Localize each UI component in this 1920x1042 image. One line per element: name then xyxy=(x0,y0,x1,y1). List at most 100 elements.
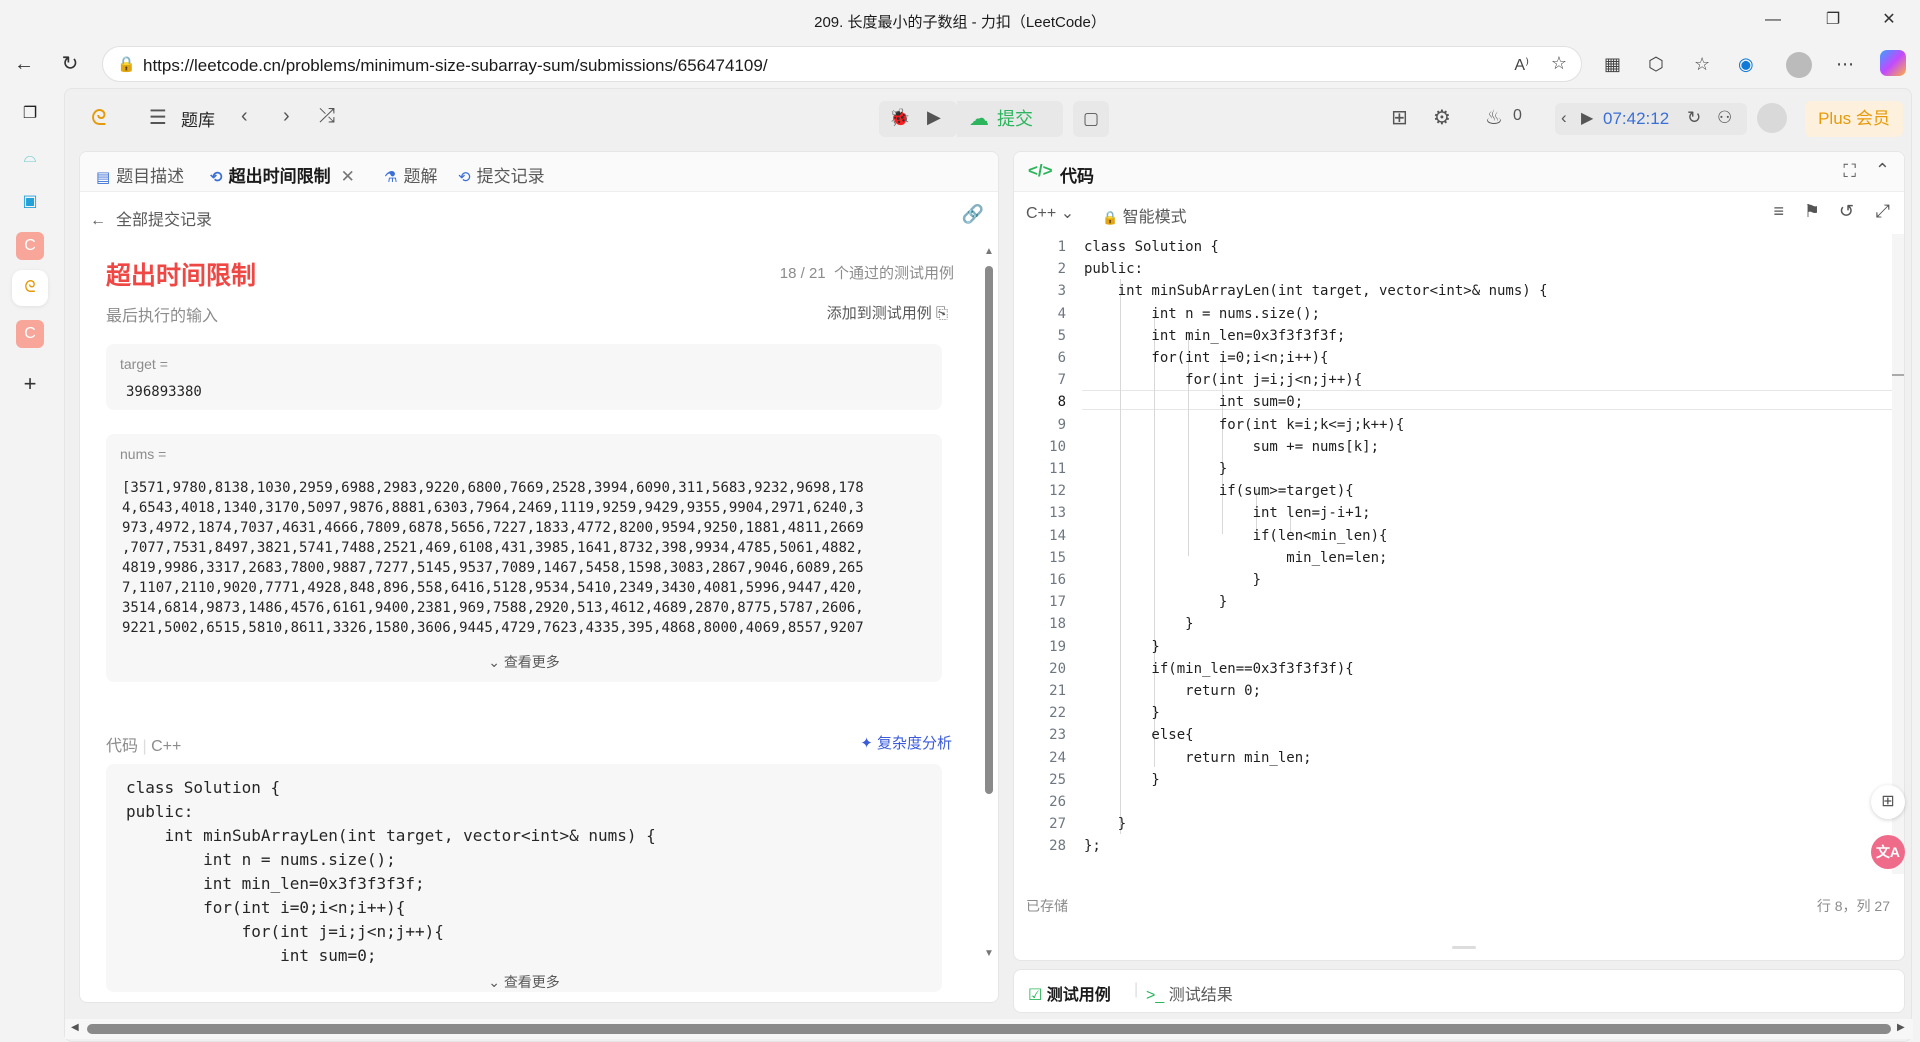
floating-grid-icon[interactable]: ⊞ xyxy=(1871,785,1905,819)
note-icon[interactable]: ▢ xyxy=(1073,101,1109,137)
editor-header: </> 代码 ⛶ ⌃ xyxy=(1014,152,1904,192)
favorite-star-icon[interactable]: ☆ xyxy=(1551,53,1567,74)
new-tab-plus-icon[interactable]: + xyxy=(16,370,44,398)
doc-icon: ▤ xyxy=(96,169,111,186)
hscroll-thumb[interactable] xyxy=(87,1024,1891,1034)
problem-list-link[interactable]: 题库 xyxy=(181,106,215,131)
bilibili-tab-icon[interactable]: ▣ xyxy=(16,188,44,216)
back-icon[interactable]: ← xyxy=(8,48,40,80)
editor-code-line: } xyxy=(1084,638,1160,655)
maximize-icon[interactable]: ⛶ xyxy=(1843,161,1856,182)
add-friend-icon[interactable]: ⚇ xyxy=(1717,108,1732,128)
resize-handle[interactable] xyxy=(1452,946,1476,949)
bookmark-icon[interactable]: ⚑ xyxy=(1804,201,1820,222)
line-number: 23 xyxy=(1049,727,1066,744)
close-tab-icon[interactable]: ✕ xyxy=(341,167,355,186)
streak-fire-icon[interactable]: ♨ xyxy=(1485,105,1503,130)
run-button[interactable]: ▶ xyxy=(927,107,941,128)
tab-solutions[interactable]: ⚗ 题解 xyxy=(384,162,437,187)
timer: ‹ ▶ 07:42:12 ↻ ⚇ xyxy=(1555,103,1747,135)
line-number: 18 xyxy=(1049,616,1066,633)
timer-collapse-icon[interactable]: ‹ xyxy=(1561,108,1567,128)
editor-title: 代码 xyxy=(1060,167,1094,186)
timer-play-icon[interactable]: ▶ xyxy=(1581,108,1593,128)
restore-icon[interactable]: ❐ xyxy=(1810,6,1856,34)
horizontal-scrollbar[interactable]: ◀ ▶ xyxy=(65,1019,1913,1039)
next-problem-icon[interactable]: › xyxy=(283,105,290,128)
smart-mode-toggle[interactable]: 🔒 智能模式 xyxy=(1102,203,1187,227)
line-number: 17 xyxy=(1049,594,1066,611)
share-link-icon[interactable]: 🔗 xyxy=(962,204,984,225)
code-line: int minSubArrayLen(int target, vector<in… xyxy=(126,826,656,845)
editor-code-line: if(len<min_len){ xyxy=(1084,527,1388,544)
line-number: 7 xyxy=(1057,372,1066,389)
minimize-icon[interactable]: — xyxy=(1750,6,1796,34)
window-title: 209. 长度最小的子数组 - 力扣（LeetCode） xyxy=(814,14,1106,31)
site-tab-icon[interactable]: ⌓ xyxy=(16,144,44,172)
code-brackets-icon: </> xyxy=(1028,161,1053,180)
browser-essentials-icon[interactable]: ◉ xyxy=(1738,54,1754,75)
passed-count: 18 / 21 个通过的测试用例 xyxy=(779,265,954,282)
reload-icon[interactable]: ↻ xyxy=(54,48,86,80)
user-avatar[interactable] xyxy=(1757,103,1787,133)
extensions-icon[interactable]: ⬡ xyxy=(1648,54,1664,75)
qr-icon[interactable]: ▦ xyxy=(1604,54,1621,75)
expand-icon[interactable]: ⤢ xyxy=(1876,201,1890,222)
add-testcase-icon: ⎘ xyxy=(935,305,948,322)
see-more-button[interactable]: ⌄ 查看更多 xyxy=(106,652,942,672)
prev-problem-icon[interactable]: ‹ xyxy=(241,105,248,128)
editor-scrollbar[interactable] xyxy=(1892,234,1904,874)
tab-submissions[interactable]: ⟲ 提交记录 xyxy=(458,162,545,187)
more-icon[interactable]: ⋯ xyxy=(1836,54,1854,75)
favorites-icon[interactable]: ☆ xyxy=(1694,54,1710,75)
settings-gear-icon[interactable]: ⚙ xyxy=(1433,105,1451,130)
editor-code-line: min_len=len; xyxy=(1084,549,1388,566)
leetcode-logo[interactable]: ᘓ xyxy=(91,105,107,131)
layout-icon[interactable]: ⊞ xyxy=(1391,105,1408,130)
language-select[interactable]: C++ ⌄ xyxy=(1026,203,1074,223)
code-editor[interactable]: 1 class Solution {2 public: 3 int minSubArr… xyxy=(1014,234,1904,884)
left-scrollbar[interactable]: ▲ ▼ xyxy=(982,246,994,966)
see-more-code-button[interactable]: ⌄ 查看更多 xyxy=(106,972,942,992)
profile-avatar[interactable] xyxy=(1786,52,1812,78)
copilot-icon[interactable] xyxy=(1880,50,1906,76)
add-to-testcase-button[interactable]: 添加到测试用例 ⎘ xyxy=(827,302,948,323)
translate-icon[interactable]: 文A xyxy=(1871,835,1905,869)
scroll-down-icon[interactable]: ▼ xyxy=(984,948,994,959)
tab-tle-result[interactable]: ⟲ 超出时间限制 ✕ xyxy=(210,162,355,187)
timer-reset-icon[interactable]: ↻ xyxy=(1687,108,1701,128)
line-number: 13 xyxy=(1049,505,1066,522)
scroll-left-icon[interactable]: ◀ xyxy=(71,1022,79,1033)
reset-icon[interactable]: ↺ xyxy=(1839,201,1854,222)
scroll-thumb[interactable] xyxy=(985,266,993,794)
plus-member-button[interactable]: Plus 会员 xyxy=(1805,101,1903,137)
line-number: 3 xyxy=(1057,283,1066,300)
leetcode-tab-icon[interactable]: ᘓ xyxy=(16,274,44,302)
tab-test-results[interactable]: >_ 测试结果 xyxy=(1146,981,1233,1005)
format-icon[interactable]: ≡ xyxy=(1773,201,1784,222)
submission-panel: ▤ 题目描述 ⟲ 超出时间限制 ✕ ⚗ 题解 ⟲ 提交记录 ← 全部提交记录 🔗 超出时间限… xyxy=(79,151,999,1003)
csdn-tab-icon[interactable]: C xyxy=(16,320,44,348)
shuffle-icon[interactable]: ⤮ xyxy=(319,105,335,128)
all-submissions-link[interactable]: ← 全部提交记录 xyxy=(90,206,212,230)
submit-button[interactable]: ☁ 提交 xyxy=(957,101,1063,137)
scroll-right-icon[interactable]: ▶ xyxy=(1897,1022,1905,1033)
csdn-tab-icon[interactable]: C xyxy=(16,232,44,260)
debug-icon[interactable]: 🐞 xyxy=(889,108,910,128)
nums-line: 973,4972,1874,7037,4631,4666,7809,6878,5… xyxy=(122,520,864,536)
close-icon[interactable]: ✕ xyxy=(1866,6,1912,34)
terminal-icon: >_ xyxy=(1146,987,1165,1004)
status-title: 超出时间限制 xyxy=(106,262,257,290)
address-bar[interactable]: 🔒 https://leetcode.cn/problems/minimum-s… xyxy=(102,46,1582,82)
read-aloud-icon[interactable]: A⁾ xyxy=(1514,55,1529,75)
complexity-analysis-button[interactable]: ✦ 复杂度分析 xyxy=(860,732,952,753)
editor-code-line: }; xyxy=(1084,838,1101,855)
collapse-chevron-icon[interactable]: ⌃ xyxy=(1875,160,1890,181)
tab-description[interactable]: ▤ 题目描述 xyxy=(96,162,184,187)
history-icon: ⟲ xyxy=(458,169,471,186)
tabs-icon[interactable]: ❐ xyxy=(16,100,44,128)
tab-testcases[interactable]: ☑ 测试用例 xyxy=(1028,981,1111,1005)
line-number: 22 xyxy=(1049,705,1066,722)
scroll-up-icon[interactable]: ▲ xyxy=(984,246,994,257)
list-icon[interactable]: ☰ xyxy=(149,105,167,130)
